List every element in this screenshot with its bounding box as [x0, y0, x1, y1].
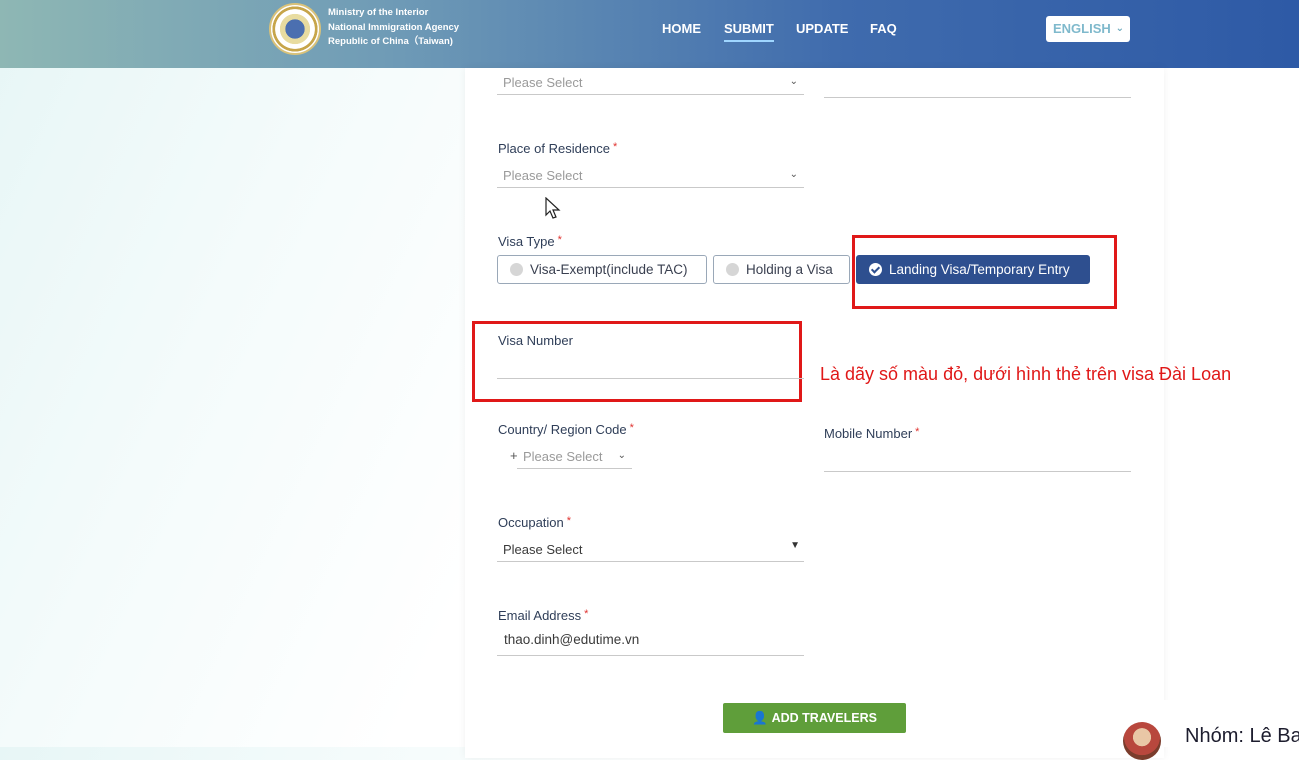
visa-type-label: Visa Type *: [498, 234, 562, 249]
email-input[interactable]: thao.dinh@edutime.vn: [497, 632, 804, 656]
country-code-select[interactable]: Please Select ⌄: [517, 445, 632, 469]
visa-option-holding[interactable]: Holding a Visa: [713, 255, 850, 284]
required-mark: *: [566, 515, 572, 527]
visa-option-exempt[interactable]: Visa-Exempt(include TAC): [497, 255, 707, 284]
email-label-text: Email Address: [498, 608, 582, 623]
occupation-label: Occupation *: [498, 515, 571, 530]
avatar: [1123, 722, 1161, 760]
required-mark: *: [629, 422, 634, 434]
language-select[interactable]: ENGLISH ⌄: [1046, 16, 1130, 42]
chevron-down-icon: ⌄: [617, 450, 626, 461]
required-mark: *: [915, 426, 920, 438]
agency-line-2: National Immigration Agency: [328, 21, 460, 33]
mouse-cursor-icon: [545, 197, 561, 219]
country-code-label: Country/ Region Code *: [498, 422, 634, 437]
language-label: ENGLISH: [1053, 21, 1111, 36]
site-header: Ministry of the Interior National Immigr…: [0, 0, 1299, 68]
mobile-input[interactable]: [824, 471, 1131, 472]
caret-down-icon: ▼: [790, 540, 800, 551]
agency-line-3: Republic of China（Taiwan): [328, 36, 453, 47]
top-select-placeholder: Please Select: [503, 75, 583, 90]
visa-option-label: Holding a Visa: [746, 262, 833, 277]
highlight-visa-type: [852, 235, 1117, 309]
add-travelers-button[interactable]: 👤 ADD TRAVELERS: [723, 703, 906, 733]
top-select[interactable]: Please Select ⌄: [497, 71, 804, 95]
visa-number-input[interactable]: [497, 378, 804, 379]
residence-label-text: Place of Residence: [498, 141, 611, 156]
occupation-value: Please Select: [503, 542, 583, 557]
nav-faq[interactable]: FAQ: [870, 21, 897, 36]
add-user-icon: 👤: [752, 711, 768, 725]
required-mark: *: [557, 234, 562, 246]
group-caption: Nhóm: Lê Ba: [1185, 725, 1299, 747]
agency-line-1: Ministry of the Interior: [328, 7, 429, 18]
chevron-down-icon: ⌄: [789, 169, 798, 180]
email-value: thao.dinh@edutime.vn: [504, 632, 640, 647]
country-code-placeholder: Please Select: [523, 449, 603, 464]
occupation-label-text: Occupation: [498, 515, 564, 530]
mobile-label: Mobile Number *: [824, 426, 919, 441]
nav-home[interactable]: HOME: [662, 21, 701, 36]
chevron-down-icon: ⌄: [1115, 23, 1124, 34]
residence-label: Place of Residence *: [498, 141, 617, 156]
add-travelers-label: ADD TRAVELERS: [771, 711, 877, 725]
agency-logo[interactable]: [269, 3, 321, 55]
residence-placeholder: Please Select: [503, 168, 583, 183]
radio-dot-icon: [510, 263, 523, 276]
country-code-label-text: Country/ Region Code: [498, 422, 627, 437]
nav-update[interactable]: UPDATE: [796, 21, 848, 36]
agency-name: Ministry of the Interior National Immigr…: [328, 6, 459, 50]
visa-number-label: Visa Number: [498, 333, 573, 348]
radio-dot-icon: [726, 263, 739, 276]
email-label: Email Address *: [498, 608, 588, 623]
mobile-label-text: Mobile Number: [824, 426, 913, 441]
occupation-select[interactable]: Please Select ▼: [497, 538, 804, 562]
visa-type-label-text: Visa Type: [498, 234, 555, 249]
residence-select[interactable]: Please Select ⌄: [497, 164, 804, 188]
nav-submit[interactable]: SUBMIT: [724, 21, 774, 42]
visa-option-label: Visa-Exempt(include TAC): [530, 262, 688, 277]
top-right-field[interactable]: [824, 97, 1131, 98]
required-mark: *: [584, 608, 589, 620]
required-mark: *: [613, 141, 618, 153]
chevron-down-icon: ⌄: [789, 76, 798, 87]
annotation-note: Là dãy số màu đỏ, dưới hình thẻ trên vis…: [820, 364, 1232, 384]
